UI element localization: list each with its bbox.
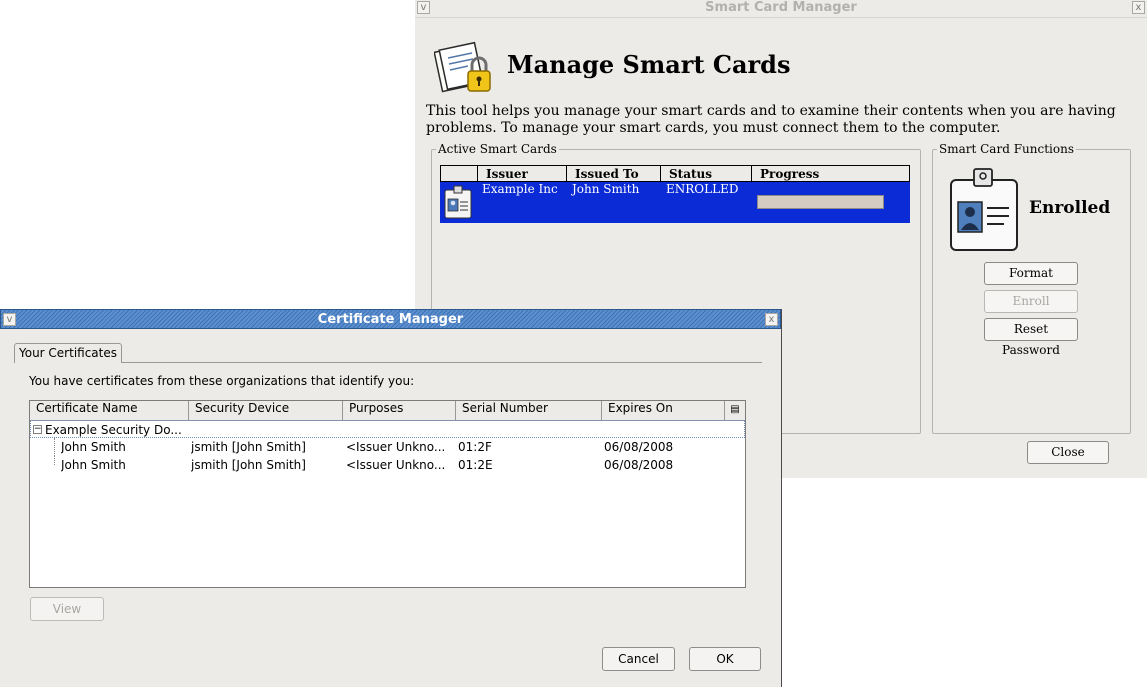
col-security-device[interactable]: Security Device <box>189 401 343 420</box>
scm-titlebar[interactable]: v Smart Card Manager x <box>415 0 1147 18</box>
tree-group-row[interactable]: − Example Security Do... <box>30 420 745 438</box>
page-title: Manage Smart Cards <box>507 50 791 79</box>
active-smart-cards-legend: Active Smart Cards <box>438 142 557 156</box>
format-button[interactable]: Format <box>984 262 1078 285</box>
cancel-button[interactable]: Cancel <box>602 647 675 671</box>
table-row[interactable]: John Smith jsmith [John Smith] <Issuer U… <box>30 438 745 456</box>
cert-purposes: <Issuer Unkno... <box>346 440 446 454</box>
cards-col-status[interactable]: Status <box>661 166 752 182</box>
col-expires-on[interactable]: Expires On <box>602 401 725 420</box>
enroll-button[interactable]: Enroll <box>984 290 1078 313</box>
ok-button[interactable]: OK <box>689 647 761 671</box>
cert-purposes: <Issuer Unkno... <box>346 458 446 472</box>
collapse-twisty-icon[interactable]: − <box>33 425 42 434</box>
cards-col-issuer[interactable]: Issuer <box>478 166 567 182</box>
cert-serial: 01:2F <box>458 440 492 454</box>
cm-window-title: Certificate Manager <box>317 312 464 327</box>
cards-col-icon <box>441 166 478 182</box>
col-purposes[interactable]: Purposes <box>343 401 456 420</box>
card-progress-bar <box>757 195 884 209</box>
certificate-lock-icon <box>434 41 491 93</box>
certificates-intro: You have certificates from these organiz… <box>29 374 415 388</box>
certificate-tree-header: Certificate Name Security Device Purpose… <box>30 401 745 421</box>
card-issuer: Example Inc <box>482 182 558 196</box>
cert-device: jsmith [John Smith] <box>191 458 306 472</box>
cert-expires: 06/08/2008 <box>604 440 674 454</box>
column-picker-icon[interactable]: ▤ <box>725 401 745 420</box>
cert-device: jsmith [John Smith] <box>191 440 306 454</box>
id-badge-icon <box>950 168 1018 251</box>
table-row[interactable]: John Smith jsmith [John Smith] <Issuer U… <box>30 456 745 474</box>
table-row[interactable]: Example Inc John Smith ENROLLED <box>440 182 910 223</box>
certificate-manager-window: v Certificate Manager x Your Certificate… <box>0 309 782 687</box>
cert-expires: 06/08/2008 <box>604 458 674 472</box>
cert-name: John Smith <box>61 440 126 454</box>
smart-card-icon <box>444 185 472 219</box>
group-name: Example Security Do... <box>45 423 182 437</box>
view-button[interactable]: View <box>30 597 104 621</box>
col-serial-number[interactable]: Serial Number <box>456 401 602 420</box>
tab-your-certificates[interactable]: Your Certificates <box>14 343 122 363</box>
card-status: ENROLLED <box>666 182 739 196</box>
cm-close-window-button[interactable]: x <box>765 313 778 326</box>
cards-table-header: Issuer Issued To Status Progress <box>440 165 910 182</box>
cert-serial: 01:2E <box>458 458 493 472</box>
scm-close-window-button[interactable]: x <box>1132 1 1145 14</box>
reset-password-button[interactable]: Reset Password <box>984 318 1078 357</box>
smart-card-functions-legend: Smart Card Functions <box>939 142 1074 156</box>
tool-description: This tool helps you manage your smart ca… <box>426 103 1116 136</box>
cert-name: John Smith <box>61 458 126 472</box>
col-certificate-name[interactable]: Certificate Name <box>30 401 189 420</box>
card-state-label: Enrolled <box>1029 198 1111 218</box>
certificate-tree[interactable]: Certificate Name Security Device Purpose… <box>29 400 746 588</box>
cards-col-issued-to[interactable]: Issued To <box>567 166 661 182</box>
card-issued-to: John Smith <box>572 182 640 196</box>
cm-titlebar[interactable]: v Certificate Manager x <box>0 309 781 329</box>
scm-window-title: Smart Card Manager <box>705 0 857 15</box>
close-button[interactable]: Close <box>1027 441 1109 464</box>
cards-col-progress[interactable]: Progress <box>752 166 910 182</box>
